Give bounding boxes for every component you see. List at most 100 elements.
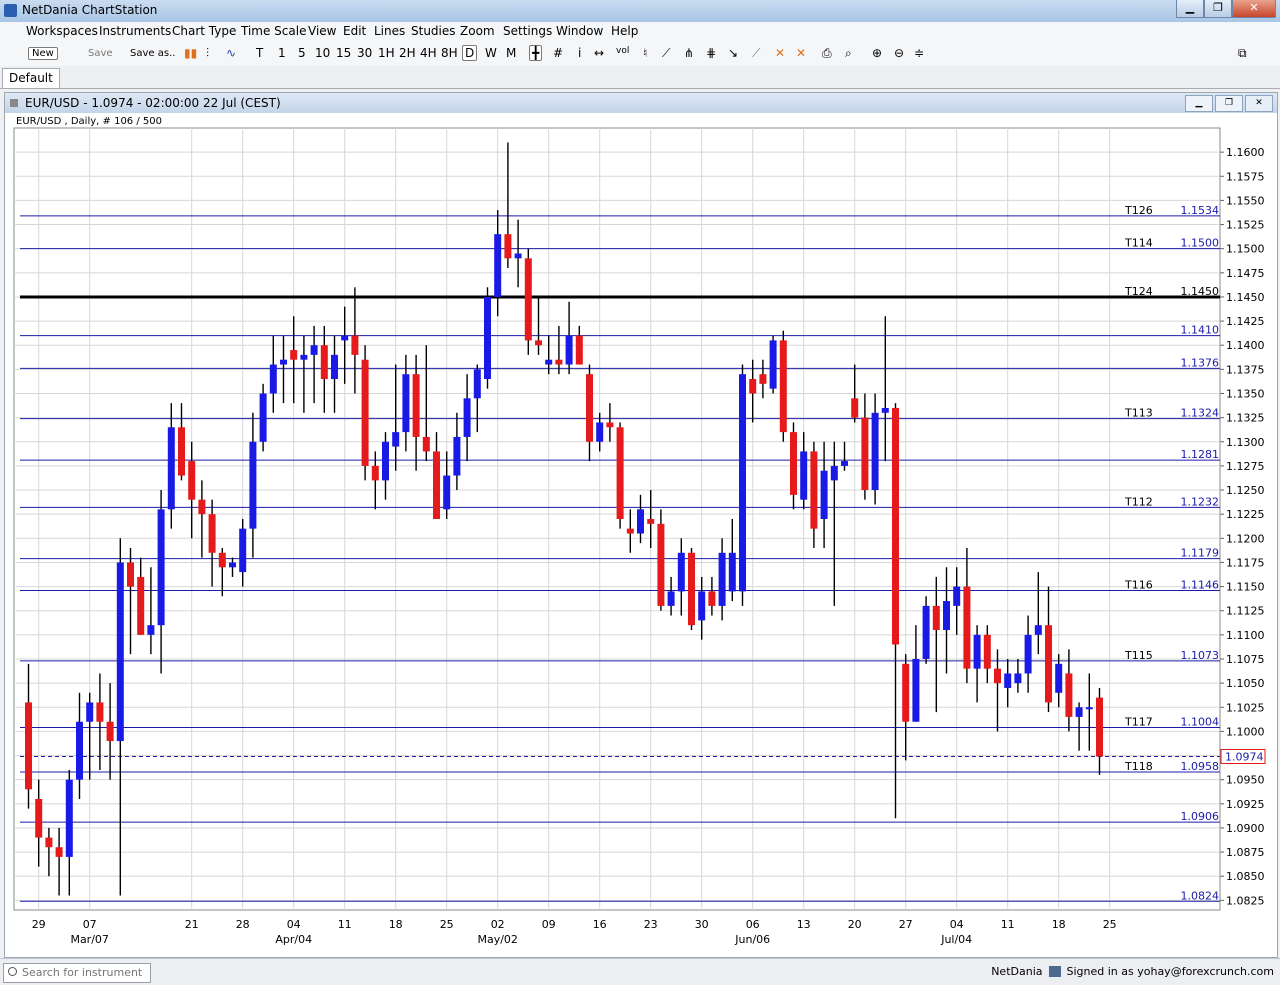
candle-body xyxy=(535,340,542,346)
level-line-label: T126 xyxy=(1124,204,1153,217)
candle-body xyxy=(188,461,196,500)
level-line-label: T116 xyxy=(1124,578,1153,591)
candle-body xyxy=(881,407,889,413)
candle-body xyxy=(351,335,359,355)
candle-body xyxy=(912,658,920,722)
candle-body xyxy=(688,552,695,626)
candle-body xyxy=(35,798,43,838)
level-line-price: 1.1376 xyxy=(1181,356,1220,369)
candle-body xyxy=(76,721,83,780)
candle-body xyxy=(1075,707,1083,717)
y-tick-label: 1.1450 xyxy=(1226,291,1265,304)
x-tick-label: 21 xyxy=(185,918,199,931)
candle-body xyxy=(616,427,624,519)
y-tick-label: 1.1150 xyxy=(1226,581,1265,594)
x-tick-label: 04 xyxy=(287,918,301,931)
y-tick-label: 1.1575 xyxy=(1226,170,1265,183)
connection-icon xyxy=(1048,966,1061,977)
instrument-search[interactable] xyxy=(3,963,151,983)
level-line-label: T118 xyxy=(1124,760,1153,773)
candle-body xyxy=(1024,634,1032,674)
candle-body xyxy=(943,601,950,631)
y-tick-label: 1.1000 xyxy=(1226,725,1265,738)
level-line-price: 1.1179 xyxy=(1181,547,1220,560)
candle-body xyxy=(402,374,410,433)
candle-body xyxy=(892,407,899,645)
candle-body xyxy=(310,345,318,355)
candle-body xyxy=(25,702,32,790)
x-tick-label: 09 xyxy=(542,918,556,931)
y-tick-label: 1.1475 xyxy=(1226,267,1265,280)
candle-body xyxy=(1096,697,1103,757)
search-icon xyxy=(8,967,17,976)
x-tick-label: 11 xyxy=(338,918,352,931)
candle-body xyxy=(524,258,532,341)
level-line-price: 1.0906 xyxy=(1181,810,1220,823)
candle-body xyxy=(463,398,471,437)
level-line-price: 1.0824 xyxy=(1181,889,1220,902)
candle-body xyxy=(1055,663,1063,693)
candle-body xyxy=(994,668,1001,684)
y-tick-label: 1.1275 xyxy=(1226,460,1265,473)
x-tick-sublabel: Apr/04 xyxy=(275,933,312,946)
candle-body xyxy=(249,441,257,529)
y-tick-label: 1.1550 xyxy=(1226,194,1265,207)
candle-body xyxy=(473,369,481,399)
candle-body xyxy=(167,427,175,510)
y-tick-label: 1.1075 xyxy=(1226,653,1265,666)
candle-body xyxy=(392,432,400,447)
x-tick-label: 06 xyxy=(746,918,760,931)
candle-body xyxy=(861,417,869,491)
x-tick-label: 02 xyxy=(491,918,505,931)
candle-body xyxy=(331,354,338,380)
x-tick-label: 27 xyxy=(899,918,913,931)
y-tick-label: 1.1025 xyxy=(1226,701,1265,714)
candle-body xyxy=(932,605,940,631)
candle-body xyxy=(779,340,787,433)
y-tick-label: 1.1350 xyxy=(1226,387,1265,400)
level-line-label: T114 xyxy=(1124,237,1153,250)
candle-body xyxy=(708,591,716,606)
signed-in-label: Signed in as yohay@forexcrunch.com xyxy=(1066,965,1275,978)
candle-body xyxy=(749,379,757,394)
level-line-price: 1.1450 xyxy=(1181,285,1220,298)
x-tick-label: 04 xyxy=(950,918,964,931)
candle-body xyxy=(300,354,308,360)
candle-body xyxy=(739,374,746,592)
x-tick-label: 29 xyxy=(32,918,46,931)
y-tick-label: 1.1500 xyxy=(1226,243,1265,256)
search-input[interactable] xyxy=(20,965,150,980)
candle-body xyxy=(983,634,991,669)
candle-body xyxy=(320,345,328,380)
level-line-label: T124 xyxy=(1124,285,1153,298)
candle-body xyxy=(147,625,155,635)
candle-body xyxy=(1085,707,1093,710)
y-tick-label: 1.1400 xyxy=(1226,339,1265,352)
y-tick-label: 1.0900 xyxy=(1226,822,1265,835)
candle-body xyxy=(106,721,114,742)
candle-body xyxy=(218,552,226,568)
candle-body xyxy=(657,523,665,606)
x-tick-label: 18 xyxy=(389,918,403,931)
candle-body xyxy=(841,461,848,466)
y-tick-label: 1.1175 xyxy=(1226,556,1265,569)
price-chart[interactable]: EUR/USD , Daily, # 106 / 500 1.1600 1.1575… xyxy=(0,0,1280,958)
candle-body xyxy=(575,335,583,365)
x-tick-label: 16 xyxy=(593,918,607,931)
x-tick-label: 18 xyxy=(1052,918,1066,931)
level-line-price: 1.1324 xyxy=(1181,407,1220,420)
candle-body xyxy=(1014,673,1022,684)
candle-body xyxy=(800,451,808,500)
candle-body xyxy=(290,350,298,360)
y-tick-label: 1.1300 xyxy=(1226,436,1265,449)
level-line-label: T112 xyxy=(1124,495,1153,508)
candle-body xyxy=(963,586,971,669)
x-tick-label: 25 xyxy=(440,918,454,931)
candle-body xyxy=(677,552,685,592)
candle-body xyxy=(229,562,236,568)
y-tick-label: 1.1125 xyxy=(1226,605,1265,618)
candle-body xyxy=(1004,673,1012,688)
candle-body xyxy=(341,335,349,341)
candle-body xyxy=(698,591,706,621)
level-line-price: 1.1073 xyxy=(1181,649,1220,662)
